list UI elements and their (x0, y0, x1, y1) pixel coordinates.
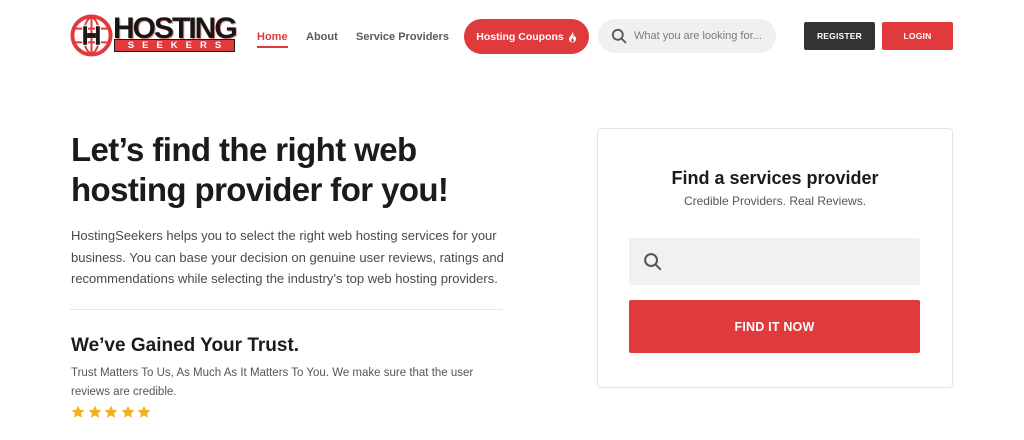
star-icon (104, 405, 118, 418)
register-button[interactable]: REGISTER (804, 22, 875, 50)
logo-wordmark-bottom: SEEKERS (115, 40, 234, 51)
provider-finder-card: Find a services provider Credible Provid… (597, 128, 953, 388)
trust-title: We’ve Gained Your Trust. (71, 335, 300, 356)
dotted-divider (71, 309, 502, 310)
hosting-coupons-label: Hosting Coupons (476, 30, 564, 43)
trust-text: Trust Matters To Us, As Much As It Matte… (71, 367, 474, 398)
star-icon (71, 405, 85, 418)
finder-search-input[interactable] (673, 238, 913, 285)
nav-service-providers[interactable]: Service Providers (356, 30, 449, 44)
header-search-input[interactable] (634, 19, 770, 53)
find-it-now-button[interactable]: FIND IT NOW (629, 300, 920, 353)
hosting-coupons-button[interactable]: Hosting Coupons (464, 19, 589, 54)
search-icon[interactable] (611, 28, 627, 44)
rating-stars (71, 405, 151, 419)
finder-title: Find a services provider (671, 168, 879, 188)
star-icon (137, 405, 151, 418)
globe-icon (70, 14, 113, 57)
finder-subtitle: Credible Providers. Real Reviews. (683, 194, 867, 208)
login-button[interactable]: LOGIN (882, 22, 953, 50)
finder-search-box (629, 238, 920, 285)
search-icon (644, 253, 662, 271)
hero-title: Let’s find the right web hosting provide… (71, 131, 449, 208)
star-icon (88, 405, 101, 418)
nav-home[interactable]: Home (257, 30, 288, 48)
hero-description: HostingSeekers helps you to select the r… (71, 228, 504, 286)
star-icon (121, 405, 134, 418)
site-logo[interactable]: HOSTING SEEKERS (70, 13, 238, 57)
fire-icon (568, 30, 576, 42)
header-search (598, 19, 776, 53)
nav-about[interactable]: About (306, 30, 338, 44)
